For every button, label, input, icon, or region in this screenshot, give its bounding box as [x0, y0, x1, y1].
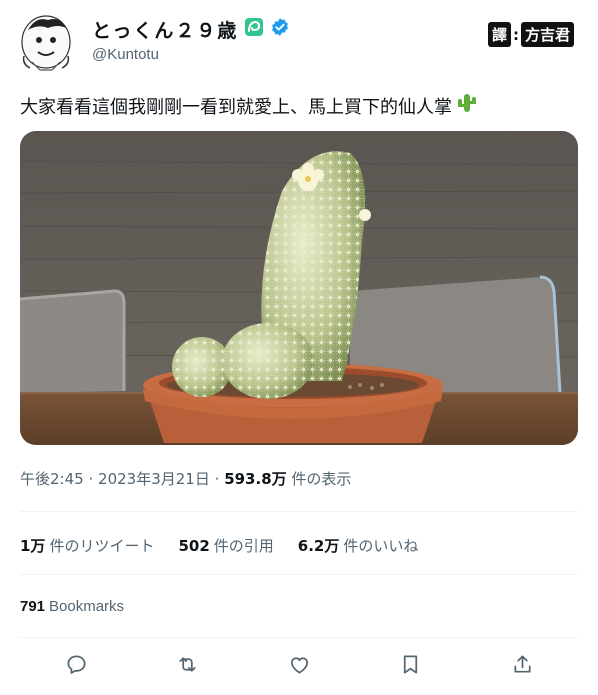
meta-separator: ·: [88, 470, 94, 488]
leaf-icon: [244, 17, 264, 42]
reply-icon: [65, 653, 88, 681]
bookmarks-label: Bookmarks: [49, 598, 125, 615]
quotes-label: 件の引用: [213, 537, 274, 555]
avatar[interactable]: [18, 12, 74, 74]
bookmarks-stat[interactable]: 791 Bookmarks: [20, 598, 124, 615]
bookmarks-count: 791: [20, 598, 46, 615]
tweet-text: 大家看看這個我剛剛一看到就愛上、馬上買下的仙人掌: [20, 92, 478, 119]
watermark-left: 譯: [487, 22, 511, 47]
views-count: 593.8万: [224, 470, 287, 488]
watermark-right: 方吉君: [520, 22, 574, 47]
retweets-count: 1万: [20, 537, 46, 555]
tweet-date[interactable]: 2023年3月21日: [98, 470, 210, 488]
action-bar: [20, 650, 578, 684]
share-icon: [511, 653, 534, 681]
watermark: 譯 : 方吉君: [487, 22, 574, 47]
retweet-icon: [176, 653, 199, 681]
divider: [20, 637, 578, 638]
views-label: 件の表示: [291, 470, 352, 488]
reply-button[interactable]: [59, 650, 93, 684]
bookmark-icon: [399, 653, 422, 681]
user-name-row: とっくん２９歳: [92, 16, 290, 43]
meta-separator-2: ·: [214, 470, 220, 488]
bookmark-button[interactable]: [393, 650, 427, 684]
tweet-body: 大家看看這個我剛剛一看到就愛上、馬上買下的仙人掌: [20, 96, 452, 118]
retweets-label: 件のリツイート: [49, 537, 155, 555]
watermark-separator: :: [512, 25, 519, 44]
likes-stat[interactable]: 6.2万 件のいいね: [298, 535, 419, 556]
cactus-icon: [456, 92, 478, 119]
share-button[interactable]: [505, 650, 539, 684]
tweet-photo[interactable]: [20, 131, 578, 445]
retweets-stat[interactable]: 1万 件のリツイート: [20, 535, 154, 556]
likes-label: 件のいいね: [343, 537, 419, 555]
tweet-time[interactable]: 午後2:45: [20, 470, 84, 488]
quotes-count: 502: [178, 537, 210, 555]
verified-badge-icon[interactable]: [270, 17, 290, 42]
likes-count: 6.2万: [297, 537, 340, 555]
divider: [20, 511, 578, 512]
display-name[interactable]: とっくん２９歳: [92, 16, 238, 43]
like-icon: [288, 653, 311, 681]
quotes-stat[interactable]: 502 件の引用: [178, 535, 273, 556]
tweet-stats: 1万 件のリツイート 502 件の引用 6.2万 件のいいね: [20, 535, 418, 556]
user-handle[interactable]: @Kuntotu: [92, 46, 159, 63]
like-button[interactable]: [282, 650, 316, 684]
retweet-button[interactable]: [170, 650, 204, 684]
tweet-meta: 午後2:45 · 2023年3月21日 · 593.8万 件の表示: [20, 468, 351, 489]
divider: [20, 574, 578, 575]
